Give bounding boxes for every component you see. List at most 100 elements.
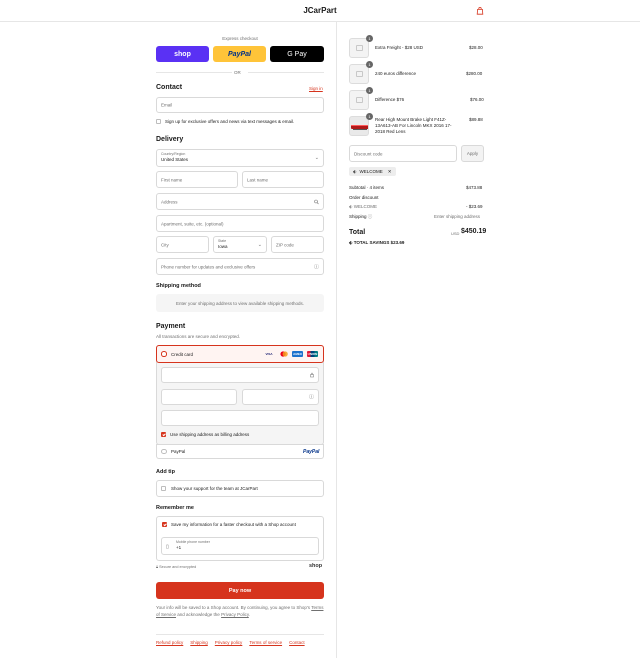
subtotal-label: Subtotal · 4 items bbox=[349, 185, 385, 190]
quantity-badge: 1 bbox=[366, 87, 373, 94]
name-on-card-field[interactable] bbox=[161, 410, 319, 426]
state-value: Iowa bbox=[218, 243, 228, 249]
first-name-field[interactable]: First name bbox=[156, 171, 238, 188]
offers-label: Sign up for exclusive offers and news vi… bbox=[165, 119, 295, 124]
shipping-method-heading: Shipping method bbox=[156, 283, 201, 289]
paypal-button[interactable]: PayPal bbox=[213, 46, 266, 62]
tip-checkbox[interactable] bbox=[161, 486, 166, 491]
lock-icon bbox=[310, 372, 314, 378]
footer-link-shipping[interactable]: Shipping bbox=[190, 640, 208, 645]
quantity-badge: 1 bbox=[366, 113, 373, 120]
order-discount-amount: - $23.69 bbox=[466, 204, 483, 209]
footer-links: Refund policy Shipping Privacy policy Te… bbox=[156, 640, 305, 645]
divider-left bbox=[156, 72, 232, 73]
help-icon[interactable]: ⓘ bbox=[309, 394, 314, 401]
close-icon[interactable]: ✕ bbox=[388, 169, 392, 175]
shipping-label-text: Shipping bbox=[349, 214, 367, 219]
credit-card-option[interactable]: Credit card VISA AMEX UNION bbox=[156, 345, 324, 363]
sign-in-link[interactable]: Sign in bbox=[309, 86, 323, 91]
divider-right bbox=[248, 72, 324, 73]
last-name-placeholder: Last name bbox=[247, 177, 269, 182]
tip-option[interactable]: Show your support for the team at JCarPa… bbox=[156, 480, 324, 497]
footer-link-privacy[interactable]: Privacy policy bbox=[215, 640, 243, 645]
cart-item-price: $76.00 bbox=[470, 97, 484, 102]
or-label: OR bbox=[234, 70, 241, 75]
cart-item-name: Extra Freight - $28 USD bbox=[375, 45, 424, 50]
footer-divider bbox=[156, 634, 324, 635]
address-field[interactable]: Address bbox=[156, 193, 324, 210]
amex-icon: AMEX bbox=[292, 351, 303, 357]
discount-tag-code: WELCOME bbox=[359, 169, 383, 174]
billing-address-label: Use shipping address as billing address bbox=[170, 432, 250, 437]
brake-light-image bbox=[351, 125, 368, 130]
shopping-bag-icon[interactable] bbox=[476, 7, 484, 15]
payment-heading: Payment bbox=[156, 323, 186, 330]
mobile-phone-field[interactable]: ▯ Mobile phone number +1 bbox=[161, 537, 319, 555]
subtotal-value: $473.88 bbox=[466, 185, 483, 190]
cart-item-thumbnail bbox=[349, 90, 369, 110]
shipping-value: Enter shipping address bbox=[434, 214, 481, 219]
order-discount-code: ⬖ WELCOME bbox=[349, 204, 377, 210]
save-info-checkbox[interactable] bbox=[162, 522, 167, 527]
offers-checkbox[interactable] bbox=[156, 119, 161, 124]
billing-address-checkbox[interactable] bbox=[161, 432, 166, 437]
country-value: United States bbox=[161, 156, 189, 162]
cart-item-price: $280.00 bbox=[466, 71, 483, 76]
paypal-logo: PayPal bbox=[303, 448, 320, 455]
pay-now-button[interactable]: Pay now bbox=[156, 582, 324, 599]
security-code-field[interactable]: ⓘ bbox=[242, 389, 319, 405]
paypal-label: PayPal bbox=[228, 50, 251, 58]
discount-placeholder: Discount code bbox=[354, 151, 383, 156]
legal-period: . bbox=[248, 612, 251, 617]
unionpay-icon: UNION bbox=[307, 351, 318, 357]
cart-item-thumbnail bbox=[349, 38, 369, 58]
cart-item-name: 240 euros difference bbox=[375, 71, 416, 76]
tag-icon: ⬖ bbox=[353, 168, 357, 174]
footer-link-contact[interactable]: Contact bbox=[289, 640, 305, 645]
phone-icon: ▯ bbox=[166, 544, 169, 550]
paypal-option[interactable]: PayPal PayPal bbox=[156, 445, 324, 459]
order-discount-label: Order discount bbox=[349, 195, 379, 200]
quantity-badge: 1 bbox=[366, 61, 373, 68]
phone-placeholder: Phone number for updates and exclusive o… bbox=[161, 264, 256, 269]
cart-item-price: $28.00 bbox=[469, 45, 483, 50]
city-field[interactable]: City bbox=[156, 236, 209, 253]
email-field[interactable]: Email bbox=[156, 97, 324, 113]
brand-logo[interactable]: JCarPart bbox=[0, 6, 640, 15]
credit-card-radio[interactable] bbox=[161, 351, 167, 357]
shipping-method-message: Enter your shipping address to view avai… bbox=[156, 294, 324, 312]
quantity-badge: 1 bbox=[366, 35, 373, 42]
savings-label: TOTAL SAVINGS bbox=[353, 240, 390, 245]
mobile-value: +1 bbox=[176, 544, 182, 550]
pay-now-label: Pay now bbox=[228, 587, 252, 594]
help-icon[interactable]: ⓘ bbox=[314, 263, 319, 270]
mastercard-icon bbox=[279, 351, 289, 357]
email-placeholder: Email bbox=[161, 102, 173, 108]
paypal-radio[interactable] bbox=[161, 448, 167, 454]
state-label: State bbox=[218, 239, 227, 243]
save-info-label: Save my information for a faster checkou… bbox=[171, 522, 296, 527]
shop-pay-button[interactable]: shop bbox=[156, 46, 209, 62]
shipping-label: Shipping ⓘ bbox=[349, 214, 372, 220]
apartment-field[interactable]: Apartment, suite, etc. (optional) bbox=[156, 215, 324, 232]
footer-link-terms[interactable]: Terms of service bbox=[249, 640, 282, 645]
secure-text: Secure and encrypted bbox=[159, 565, 197, 569]
state-select[interactable]: State Iowa ⌄ bbox=[213, 236, 267, 253]
card-number-field[interactable] bbox=[161, 367, 319, 383]
expiry-field[interactable] bbox=[161, 389, 237, 405]
city-placeholder: City bbox=[161, 242, 169, 247]
phone-field[interactable]: Phone number for updates and exclusive o… bbox=[156, 258, 324, 275]
mobile-label: Mobile phone number bbox=[176, 540, 210, 544]
remember-me-heading: Remember me bbox=[156, 505, 194, 511]
apply-button[interactable]: Apply bbox=[461, 145, 484, 162]
zip-field[interactable]: ZIP code bbox=[271, 236, 324, 253]
discount-code-field[interactable]: Discount code bbox=[349, 145, 457, 162]
google-pay-button[interactable]: G Pay bbox=[270, 46, 324, 62]
help-icon[interactable]: ⓘ bbox=[367, 214, 373, 219]
cart-item-name: Rear High Mount Brake Light F41Z-13A613-… bbox=[375, 117, 452, 134]
footer-link-refund[interactable]: Refund policy bbox=[156, 640, 183, 645]
privacy-link[interactable]: Privacy Policy bbox=[221, 612, 249, 617]
country-select[interactable]: Country/Region United States ⌄ bbox=[156, 149, 324, 167]
last-name-field[interactable]: Last name bbox=[242, 171, 324, 188]
search-icon bbox=[314, 199, 319, 204]
